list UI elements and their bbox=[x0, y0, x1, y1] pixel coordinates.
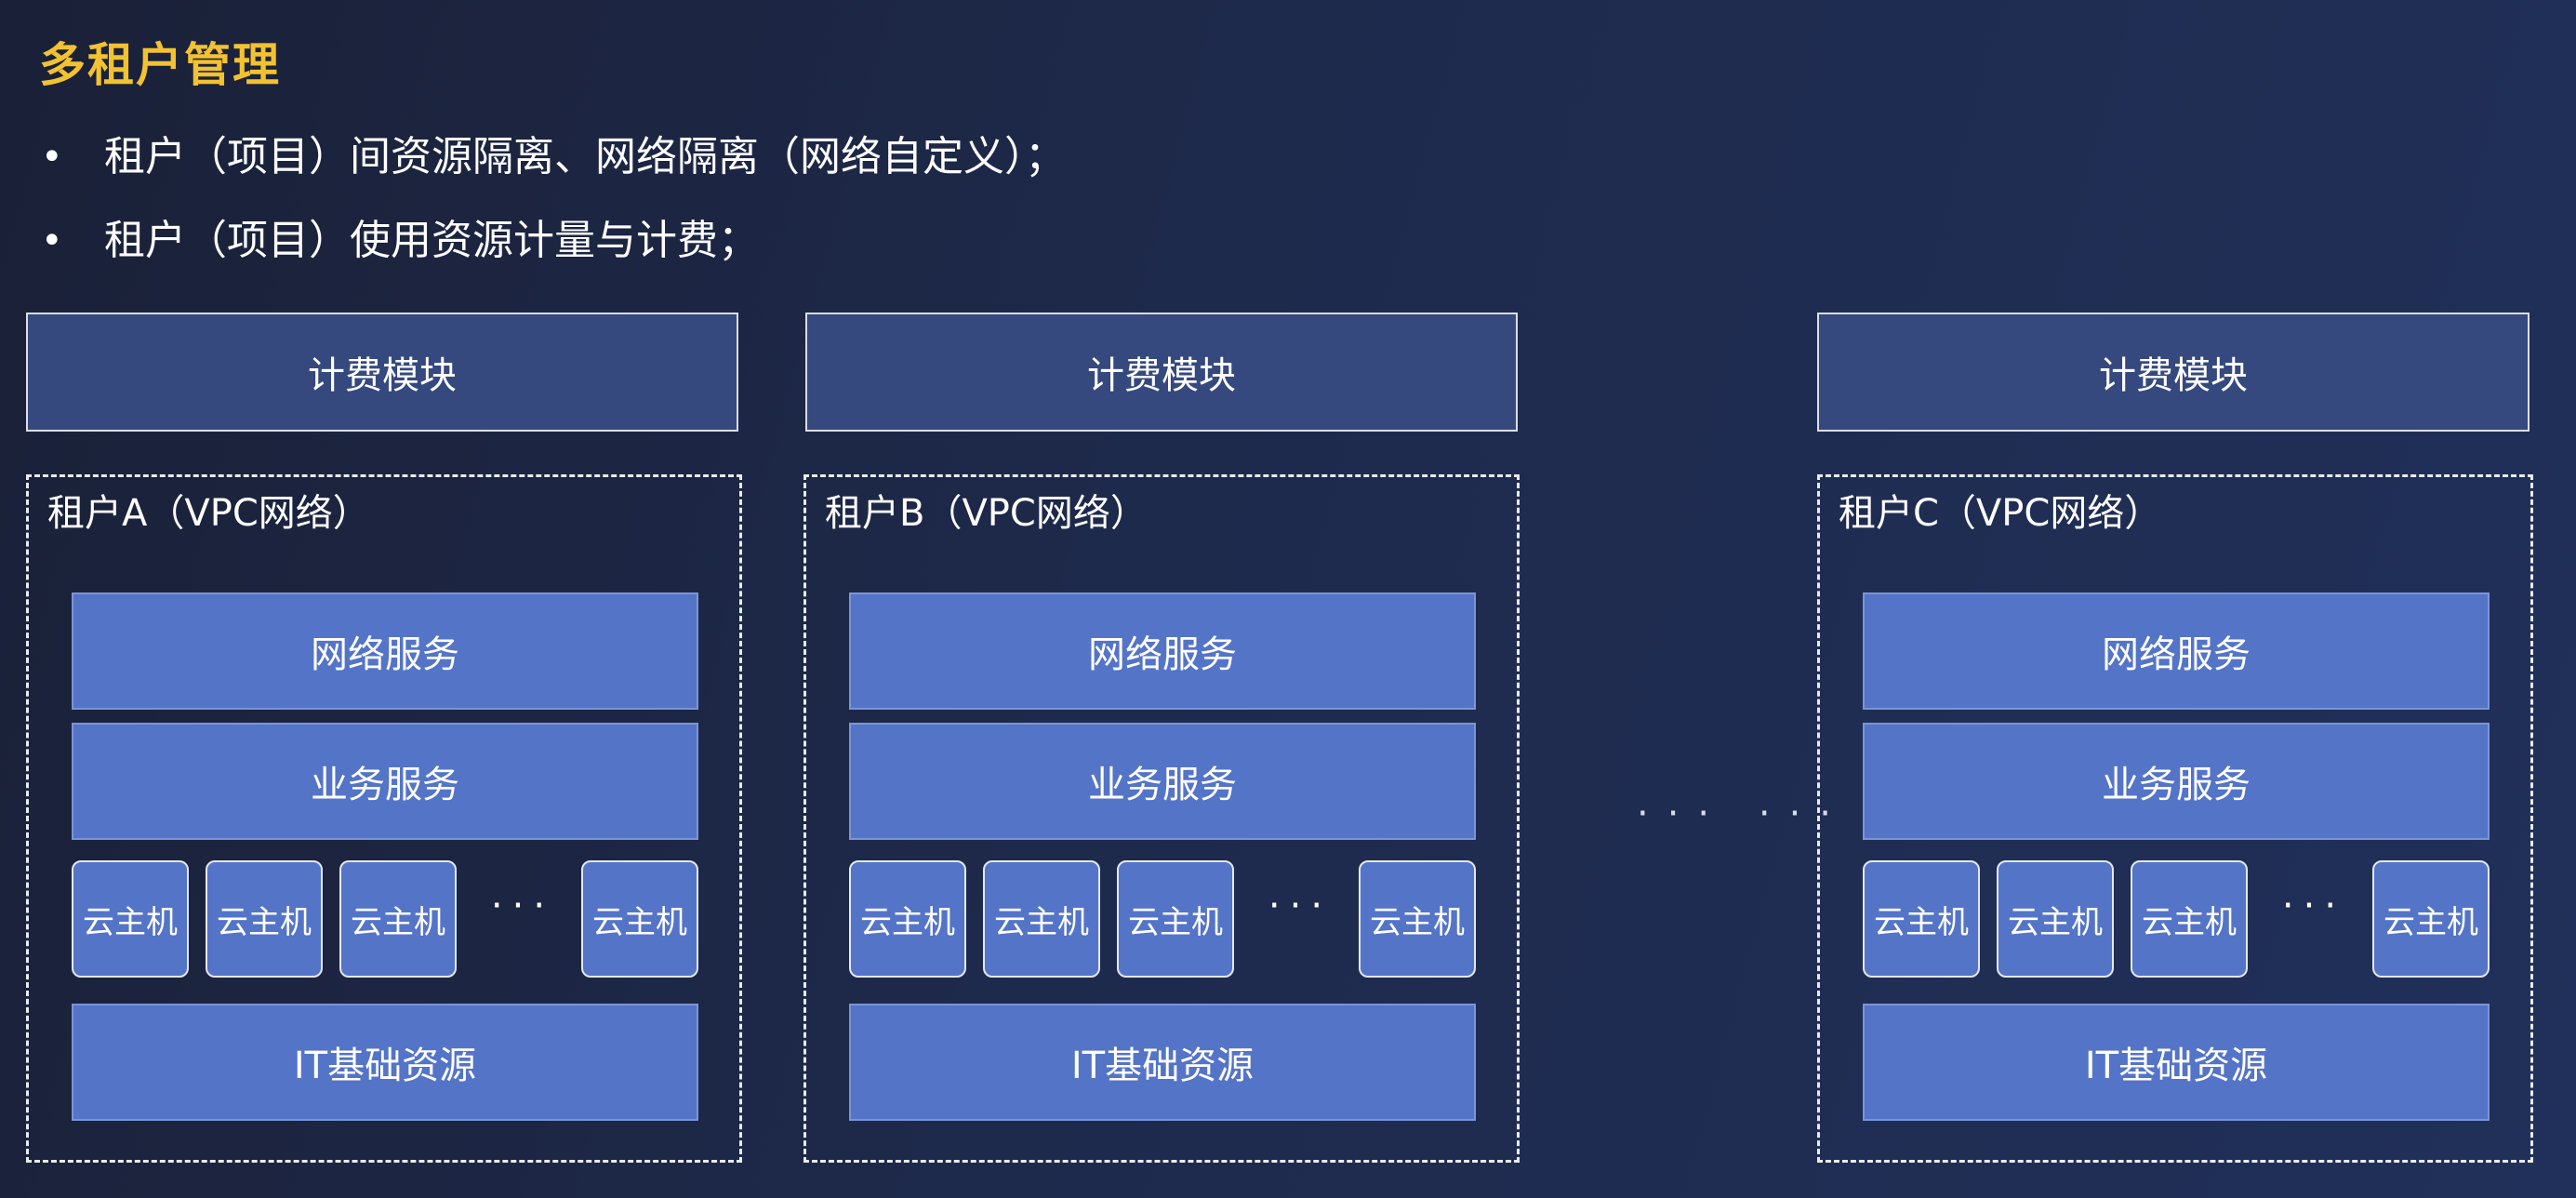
network-service: 网络服务 bbox=[72, 592, 698, 710]
vm-ellipsis: ··· bbox=[2281, 885, 2346, 927]
it-infrastructure: IT基础资源 bbox=[849, 1004, 1476, 1121]
tenant-name: 租户C（VPC网络） bbox=[1839, 492, 2162, 535]
vm-ellipsis: ··· bbox=[1268, 885, 1333, 927]
tenant-vpc-box: 租户C（VPC网络） 网络服务 业务服务 云主机 云主机 云主机 ··· 云主机… bbox=[1817, 474, 2533, 1163]
billing-module: 计费模块 bbox=[26, 313, 738, 432]
cloud-host: 云主机 bbox=[1863, 860, 1980, 978]
cloud-host: 云主机 bbox=[849, 860, 966, 978]
bullet-text: 租户（项目）间资源隔离、网络隔离（网络自定义）； bbox=[104, 133, 1066, 180]
bullet-item: • 租户（项目）间资源隔离、网络隔离（网络自定义）； bbox=[37, 115, 1066, 199]
billing-module: 计费模块 bbox=[805, 313, 1518, 432]
tenant-vpc-box: 租户A（VPC网络） 网络服务 业务服务 云主机 云主机 云主机 ··· 云主机… bbox=[26, 474, 742, 1163]
cloud-host: 云主机 bbox=[72, 860, 189, 978]
tenant-vpc-box: 租户B（VPC网络） 网络服务 业务服务 云主机 云主机 云主机 ··· 云主机… bbox=[803, 474, 1520, 1163]
cloud-host: 云主机 bbox=[983, 860, 1100, 978]
cloud-host: 云主机 bbox=[1117, 860, 1234, 978]
cloud-host: 云主机 bbox=[2372, 860, 2490, 978]
network-service: 网络服务 bbox=[1863, 592, 2490, 710]
cloud-host: 云主机 bbox=[206, 860, 323, 978]
cloud-host: 云主机 bbox=[1359, 860, 1476, 978]
cloud-host: 云主机 bbox=[581, 860, 698, 978]
it-infrastructure: IT基础资源 bbox=[72, 1004, 698, 1121]
network-service: 网络服务 bbox=[849, 592, 1476, 710]
bullet-list: • 租户（项目）间资源隔离、网络隔离（网络自定义）； • 租户（项目）使用资源计… bbox=[37, 115, 1066, 283]
business-service: 业务服务 bbox=[72, 723, 698, 840]
cloud-host: 云主机 bbox=[2131, 860, 2248, 978]
bullet-text: 租户（项目）使用资源计量与计费； bbox=[104, 217, 759, 264]
vm-ellipsis: ··· bbox=[490, 885, 555, 927]
business-service: 业务服务 bbox=[849, 723, 1476, 840]
cloud-host: 云主机 bbox=[339, 860, 457, 978]
tenant-name: 租户A（VPC网络） bbox=[47, 492, 370, 535]
bullet-item: • 租户（项目）使用资源计量与计费； bbox=[37, 199, 1066, 283]
page-title: 多租户管理 bbox=[39, 38, 281, 92]
it-infrastructure: IT基础资源 bbox=[1863, 1004, 2490, 1121]
cloud-host: 云主机 bbox=[1997, 860, 2114, 978]
bullet-dot: • bbox=[41, 220, 63, 262]
bullet-dot: • bbox=[41, 136, 63, 179]
billing-module: 计费模块 bbox=[1817, 313, 2530, 432]
tenant-name: 租户B（VPC网络） bbox=[825, 492, 1148, 535]
business-service: 业务服务 bbox=[1863, 723, 2490, 840]
